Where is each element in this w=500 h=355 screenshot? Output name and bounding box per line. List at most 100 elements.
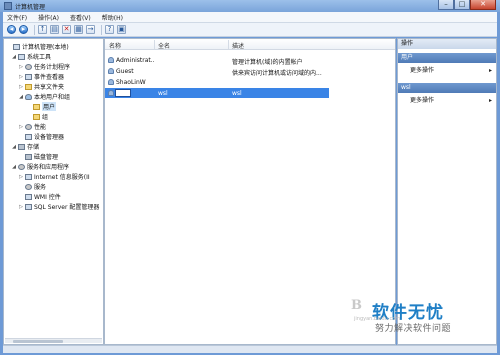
- toolbar-separator: [101, 24, 102, 35]
- tree-item-label: 用户: [42, 102, 57, 111]
- forward-arrow-icon[interactable]: ▸: [19, 25, 28, 34]
- toolbar-separator: [34, 24, 35, 35]
- column-fullname[interactable]: 全名: [158, 41, 170, 50]
- up-folder-icon[interactable]: ↑: [38, 25, 47, 34]
- device-icon: [25, 133, 32, 140]
- user-row-guest[interactable]: Guest 供来宾访问计算机或访问域的内...: [105, 66, 395, 77]
- expand-arrow-icon[interactable]: ▷: [18, 124, 24, 130]
- expand-arrow-icon[interactable]: ▷: [18, 64, 24, 70]
- iis-icon: [25, 173, 32, 180]
- tree-item-groups[interactable]: 组: [26, 112, 48, 121]
- actions-section-users[interactable]: 用户: [398, 53, 496, 63]
- submenu-arrow-icon: ▸: [488, 97, 492, 104]
- user-row-wsl[interactable]: wsl wsl: [105, 88, 329, 98]
- disk-icon: [25, 153, 32, 160]
- show-tree-icon[interactable]: ▤: [50, 25, 59, 34]
- tree-item-shared-folders[interactable]: ▷ 共享文件夹: [18, 82, 64, 91]
- tree-item-label: 设备管理器: [34, 134, 65, 141]
- more-actions-label: 更多操作: [410, 67, 435, 74]
- help-icon[interactable]: ?: [105, 25, 114, 34]
- clock-icon: [25, 63, 32, 70]
- rename-input[interactable]: [115, 89, 131, 97]
- tree-item-disk-management[interactable]: 磁盘管理: [18, 152, 58, 161]
- watermark-logo-icon: B: [351, 298, 362, 313]
- more-actions-wsl[interactable]: 更多操作 ▸: [398, 96, 496, 106]
- actions-header: 操作: [398, 39, 496, 49]
- back-arrow-icon[interactable]: ◂: [7, 25, 16, 34]
- tree-item-device-manager[interactable]: 设备管理器: [18, 132, 64, 141]
- expand-arrow-icon[interactable]: ▷: [18, 204, 24, 210]
- folder-icon: [33, 113, 40, 120]
- computer-management-window: 计算机管理 – □ ✕ 文件(F) 操作(A) 查看(V) 帮助(H) ◂ ▸ …: [0, 0, 500, 355]
- tree-item-sql-config[interactable]: ▷ SQL Server 配置管理器: [18, 202, 99, 211]
- console-icon[interactable]: ▣: [117, 25, 126, 34]
- tree-item-wmi[interactable]: WMI 控件: [18, 192, 61, 201]
- menu-action[interactable]: 操作(A): [38, 13, 59, 22]
- tree-item-services-apps[interactable]: ◢ 服务和应用程序: [11, 162, 69, 171]
- more-actions-label: 更多操作: [410, 97, 435, 104]
- tree-item-services[interactable]: 服务: [18, 182, 46, 191]
- horizontal-scrollbar[interactable]: [5, 338, 102, 343]
- column-divider[interactable]: [154, 40, 155, 49]
- tree-item-label: 存储: [27, 144, 40, 151]
- event-icon: [25, 73, 32, 80]
- title-bar[interactable]: 计算机管理 – □ ✕: [0, 0, 500, 12]
- user-row-shaolinw[interactable]: ShaoLinW: [105, 77, 395, 87]
- tree-item-task-scheduler[interactable]: ▷ 任务计划程序: [18, 62, 70, 71]
- expand-arrow-icon[interactable]: ▷: [18, 74, 24, 80]
- collapse-arrow-icon[interactable]: ◢: [11, 144, 17, 150]
- tree-item-label: 服务和应用程序: [27, 164, 70, 171]
- more-actions-users[interactable]: 更多操作 ▸: [398, 66, 496, 76]
- user-name: Administrat...: [116, 57, 154, 64]
- scrollbar-thumb[interactable]: [13, 340, 63, 343]
- tree-item-storage[interactable]: ◢ 存储: [11, 142, 39, 151]
- storage-icon: [18, 143, 25, 150]
- minimize-button[interactable]: –: [438, 0, 454, 10]
- user-description: 供来宾访问计算机或访问域的内...: [232, 70, 322, 77]
- user-description: wsl: [232, 90, 242, 97]
- tree-item-label: 磁盘管理: [34, 154, 59, 161]
- user-icon: [108, 79, 114, 85]
- collapse-arrow-icon[interactable]: ◢: [11, 54, 17, 60]
- list-column-header: 名称 全名 描述: [105, 39, 395, 50]
- tree-item-root[interactable]: 计算机管理(本地): [6, 42, 69, 51]
- tree-item-label: 任务计划程序: [34, 64, 71, 71]
- user-icon: [108, 90, 114, 96]
- column-name[interactable]: 名称: [109, 41, 121, 50]
- tree-item-label: 共享文件夹: [34, 84, 65, 91]
- folder-icon: [25, 83, 32, 90]
- tree-item-label: 本地用户和组: [34, 94, 71, 101]
- collapse-arrow-icon[interactable]: ◢: [18, 94, 24, 100]
- expand-arrow-icon[interactable]: ▷: [18, 84, 24, 90]
- tools-icon: [18, 53, 25, 60]
- tree-item-performance[interactable]: ▷ 性能: [18, 122, 46, 131]
- tree-item-iis[interactable]: ▷ Internet 信息服务(II: [18, 172, 90, 181]
- computer-icon: [13, 43, 20, 50]
- tree-item-event-viewer[interactable]: ▷ 事件查看器: [18, 72, 64, 81]
- properties-icon[interactable]: ▦: [74, 25, 83, 34]
- services-icon: [18, 163, 25, 170]
- actions-section-wsl[interactable]: wsl: [398, 83, 496, 93]
- menu-file[interactable]: 文件(F): [7, 13, 27, 22]
- user-description: 管理计算机(域)的内置帐户: [232, 59, 303, 66]
- tree-item-system-tools[interactable]: ◢ 系统工具: [11, 52, 51, 61]
- menu-view[interactable]: 查看(V): [70, 13, 91, 22]
- menu-help[interactable]: 帮助(H): [102, 13, 123, 22]
- tree-item-local-users-groups[interactable]: ◢ 本地用户和组: [18, 92, 70, 101]
- tree-item-label: 服务: [34, 184, 47, 191]
- user-row-administrator[interactable]: Administrat... 管理计算机(域)的内置帐户: [105, 55, 395, 66]
- collapse-arrow-icon[interactable]: ◢: [11, 164, 17, 170]
- maximize-button[interactable]: □: [454, 0, 470, 10]
- column-description[interactable]: 描述: [232, 41, 244, 50]
- delete-icon[interactable]: ✕: [62, 25, 71, 34]
- wmi-icon: [25, 193, 32, 200]
- user-icon: [108, 57, 114, 63]
- close-button[interactable]: ✕: [470, 0, 496, 10]
- column-divider[interactable]: [228, 40, 229, 49]
- expand-arrow-icon[interactable]: ▷: [18, 174, 24, 180]
- tree-item-label: WMI 控件: [34, 194, 61, 201]
- tree-item-users[interactable]: 用户: [26, 102, 57, 111]
- export-list-icon[interactable]: →: [86, 25, 95, 34]
- sql-icon: [25, 203, 32, 210]
- tree-item-label: SQL Server 配置管理器: [34, 204, 100, 211]
